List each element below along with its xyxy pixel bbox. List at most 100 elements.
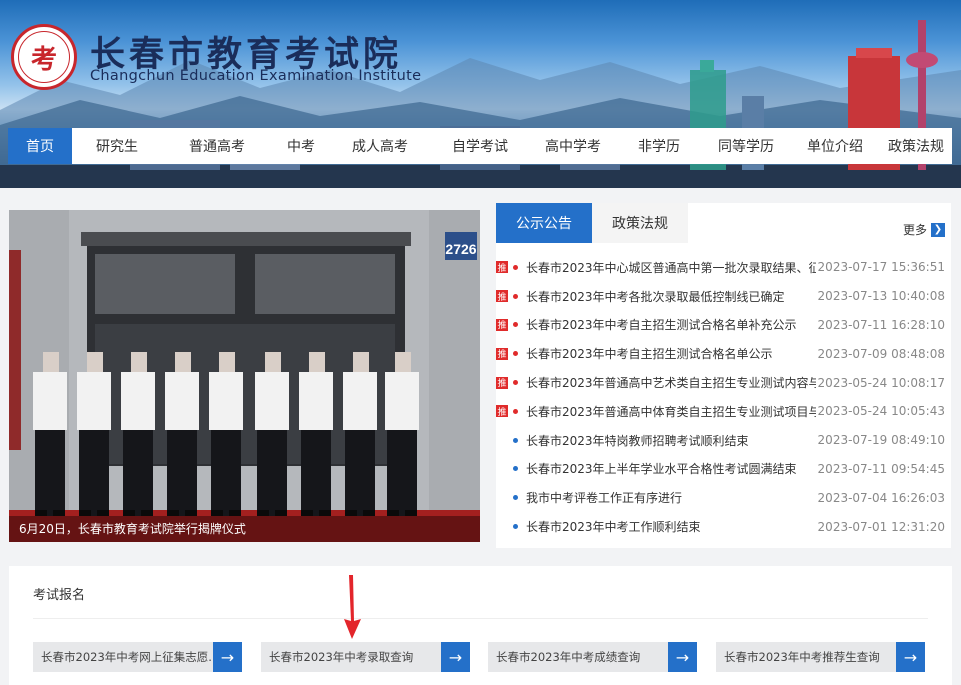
main-nav: 首页 研究生 普通高考 中考 成人高考 自学考试 高中学考 非学历 同等学历 单位介绍 政策法规 (8, 128, 952, 164)
bullet-dot-icon (513, 495, 518, 501)
bullet-dot-icon (513, 264, 518, 270)
more-label: 更多 (902, 223, 927, 237)
list-item[interactable]: 长春市2023年中考工作顺利结束 2023-07-01 12:31:20 (496, 512, 951, 541)
site-logo[interactable]: 考 (11, 24, 77, 90)
query-button-3[interactable]: 长春市2023年中考推荐生查询 → (716, 642, 925, 672)
bullet-dot-icon (513, 293, 518, 299)
nav-item-0[interactable]: 首页 (8, 128, 72, 164)
tab-0[interactable]: 公示公告 (496, 203, 592, 243)
news-title[interactable]: 长春市2023年特岗教师招聘考试顺利结束 (526, 432, 816, 449)
news-title[interactable]: 长春市2023年中考自主招生测试合格名单公示 (526, 345, 816, 362)
person-figure (165, 352, 199, 516)
person-figure (33, 352, 67, 516)
list-item[interactable]: 推 长春市2023年普通高中艺术类自主招生专业测试内容与... 2023-05-24… (496, 368, 951, 397)
pinned-badge: 推 (496, 261, 508, 274)
pinned-badge: 推 (496, 318, 508, 331)
list-item[interactable]: 长春市2023年上半年学业水平合格性考试圆满结束 2023-07-11 09:54… (496, 455, 951, 484)
list-item[interactable]: 推 长春市2023年中考自主招生测试合格名单公示 2023-07-09 08:48:… (496, 339, 951, 368)
site-header: 考 长春市教育考试院 Changchun Education Examinati… (0, 0, 961, 188)
person-figure (299, 352, 333, 516)
banner-photo: 2726 (9, 210, 480, 542)
list-item[interactable]: 推 长春市2023年中心城区普通高中第一批次录取结果、征... 2023-07-17… (496, 253, 951, 282)
chevron-right-icon: ❯ (931, 222, 945, 237)
logo-ring: 考 (18, 31, 70, 83)
arrow-right-icon: → (213, 642, 242, 672)
nav-item-8[interactable]: 同等学历 (702, 128, 790, 164)
query-button-label: 长春市2023年中考推荐生查询 (716, 642, 896, 672)
list-item[interactable]: 推 长春市2023年中考各批次录取最低控制线已确定 2023-07-13 10:40… (496, 282, 951, 311)
query-button-1[interactable]: 长春市2023年中考录取查询 → (261, 642, 470, 672)
person-figure (121, 352, 155, 516)
nav-item-5[interactable]: 自学考试 (430, 128, 530, 164)
bullet-dot-icon (513, 466, 518, 472)
news-date: 2023-07-11 09:54:45 (817, 461, 945, 476)
banner-caption: 6月20日，长春市教育考试院举行揭牌仪式 (9, 516, 480, 542)
bullet-dot-icon (513, 322, 518, 328)
person-figure (343, 352, 377, 516)
list-item[interactable]: 推 长春市2023年普通高中体育类自主招生专业测试项目与... 2023-05-24… (496, 397, 951, 426)
bullet-dot-icon (513, 437, 518, 443)
query-button-label: 长春市2023年中考成绩查询 (488, 642, 668, 672)
query-button-2[interactable]: 长春市2023年中考成绩查询 → (488, 642, 697, 672)
person-figure (209, 352, 243, 516)
tab-1[interactable]: 政策法规 (592, 203, 688, 243)
bullet-dot-icon (513, 380, 518, 386)
more-link[interactable]: 更多 ❯ (903, 221, 945, 238)
list-item[interactable]: 我市中考评卷工作正有序进行 2023-07-04 16:26:03 (496, 483, 951, 512)
nav-item-10[interactable]: 政策法规 (880, 128, 952, 164)
nav-item-9[interactable]: 单位介绍 (790, 128, 880, 164)
news-list: 推 长春市2023年中心城区普通高中第一批次录取结果、征... 2023-07-17… (496, 253, 951, 541)
bullet-dot-icon (513, 524, 518, 530)
news-date: 2023-05-24 10:08:17 (817, 375, 945, 390)
nav-item-6[interactable]: 高中学考 (530, 128, 616, 164)
news-panel: 公示公告 政策法规 更多 ❯ 推 长春市2023年中心城区普通高中第一批次录取结果、… (496, 203, 951, 548)
nav-item-4[interactable]: 成人高考 (330, 128, 430, 164)
section-divider (33, 618, 928, 619)
news-title[interactable]: 长春市2023年普通高中艺术类自主招生专业测试内容与... (526, 374, 816, 391)
query-button-label: 长春市2023年中考录取查询 (261, 642, 441, 672)
arrow-right-icon: → (668, 642, 697, 672)
news-title[interactable]: 长春市2023年中心城区普通高中第一批次录取结果、征... (526, 259, 816, 276)
list-item[interactable]: 长春市2023年特岗教师招聘考试顺利结束 2023-07-19 08:49:10 (496, 426, 951, 455)
annotation-arrow-icon (344, 575, 361, 639)
news-title[interactable]: 长春市2023年普通高中体育类自主招生专业测试项目与... (526, 403, 816, 420)
pinned-badge: 推 (496, 405, 508, 418)
person-figure (255, 352, 289, 516)
news-date: 2023-05-24 10:05:43 (817, 404, 945, 419)
news-title[interactable]: 长春市2023年中考工作顺利结束 (526, 518, 816, 535)
news-title[interactable]: 我市中考评卷工作正有序进行 (526, 489, 816, 506)
banner-slideshow[interactable]: 2726 6月20日，长春市教育考试院举行揭牌仪式 (9, 210, 480, 542)
query-button-0[interactable]: 长春市2023年中考网上征集志愿... → (33, 642, 242, 672)
person-figure (385, 352, 419, 516)
bullet-dot-icon (513, 408, 518, 414)
nav-item-1[interactable]: 研究生 (72, 128, 162, 164)
news-date: 2023-07-19 08:49:10 (817, 433, 945, 448)
logo-emblem: 考 (30, 44, 57, 75)
news-tabs: 公示公告 政策法规 (496, 203, 688, 243)
list-item[interactable]: 推 长春市2023年中考自主招生测试合格名单补充公示 2023-07-11 16:2… (496, 311, 951, 340)
news-title[interactable]: 长春市2023年中考自主招生测试合格名单补充公示 (526, 316, 816, 333)
news-date: 2023-07-11 16:28:10 (817, 317, 945, 332)
news-title[interactable]: 长春市2023年中考各批次录取最低控制线已确定 (526, 288, 816, 305)
exam-registration-section: 考试报名 长春市2023年中考网上征集志愿... → 长春市2023年中考录取查询 →… (9, 566, 952, 685)
nav-item-2[interactable]: 普通高考 (162, 128, 272, 164)
nav-item-7[interactable]: 非学历 (616, 128, 702, 164)
pinned-badge: 推 (496, 347, 508, 360)
news-date: 2023-07-17 15:36:51 (817, 260, 945, 275)
person-figure (77, 352, 111, 516)
bullet-dot-icon (513, 351, 518, 357)
arrow-right-icon: → (441, 642, 470, 672)
pinned-badge: 推 (496, 376, 508, 389)
news-date: 2023-07-13 10:40:08 (817, 289, 945, 304)
news-date: 2023-07-09 08:48:08 (817, 346, 945, 361)
site-title-en: Changchun Education Examination Institut… (90, 68, 422, 84)
section-title: 考试报名 (33, 588, 86, 603)
door-number-plate: 2726 (445, 241, 476, 257)
query-button-label: 长春市2023年中考网上征集志愿... (33, 642, 213, 672)
pinned-badge: 推 (496, 290, 508, 303)
news-date: 2023-07-01 12:31:20 (817, 519, 945, 534)
news-date: 2023-07-04 16:26:03 (817, 490, 945, 505)
nav-item-3[interactable]: 中考 (272, 128, 330, 164)
news-title[interactable]: 长春市2023年上半年学业水平合格性考试圆满结束 (526, 460, 816, 477)
arrow-right-icon: → (896, 642, 925, 672)
